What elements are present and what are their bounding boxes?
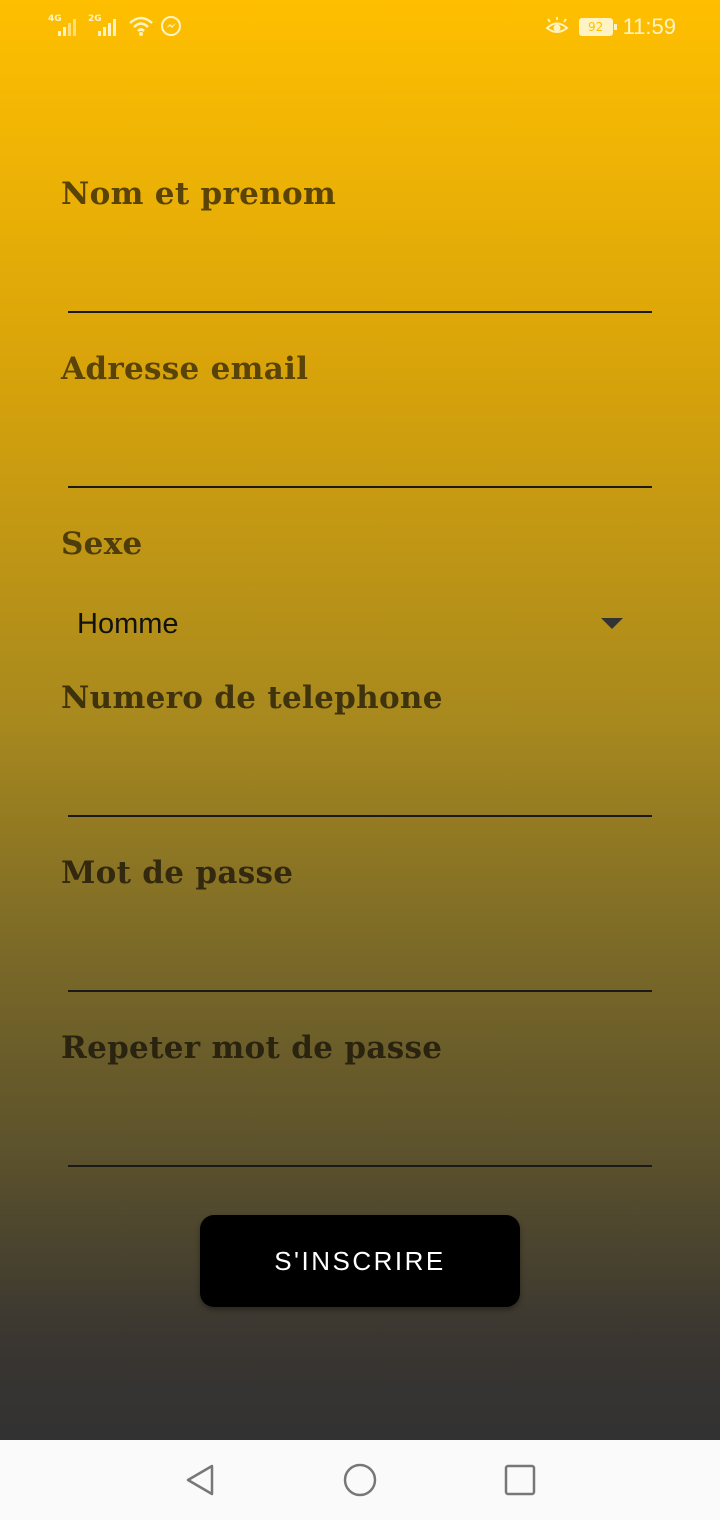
status-left: 4G 2G (48, 14, 182, 38)
battery-icon: 92 (578, 18, 617, 36)
phone-label: Numero de telephone (61, 680, 443, 716)
dropdown-arrow-icon (601, 618, 623, 629)
messenger-icon (161, 16, 181, 36)
repeat-password-input[interactable] (68, 1127, 652, 1167)
recents-icon[interactable] (500, 1460, 540, 1500)
system-nav-bar (0, 1440, 720, 1520)
sex-dropdown[interactable]: Homme (61, 598, 641, 650)
email-label: Adresse email (61, 351, 309, 387)
password-label: Mot de passe (61, 855, 294, 891)
home-icon[interactable] (340, 1460, 380, 1500)
register-button[interactable]: S'INSCRIRE (200, 1215, 520, 1307)
sex-selected-value: Homme (77, 607, 179, 640)
eye-comfort-icon (545, 17, 569, 33)
status-right: 92 11:59 (545, 14, 676, 40)
wifi-icon (129, 16, 153, 36)
repeat-password-label: Repeter mot de passe (61, 1030, 443, 1066)
status-bar: 4G 2G 92 11:59 (0, 0, 720, 56)
password-input[interactable] (68, 952, 652, 992)
name-input[interactable] (68, 273, 652, 313)
cell-signal-icon: 2G (88, 14, 122, 38)
sex-label: Sexe (61, 526, 143, 562)
name-label: Nom et prenom (61, 176, 337, 212)
back-icon[interactable] (180, 1460, 220, 1500)
registration-screen: 4G 2G 92 11:59 Nom et prenom Adresse ema… (0, 0, 720, 1440)
phone-input[interactable] (68, 777, 652, 817)
email-input[interactable] (68, 448, 652, 488)
clock: 11:59 (622, 14, 676, 39)
cell-signal-icon: 4G (48, 14, 82, 38)
